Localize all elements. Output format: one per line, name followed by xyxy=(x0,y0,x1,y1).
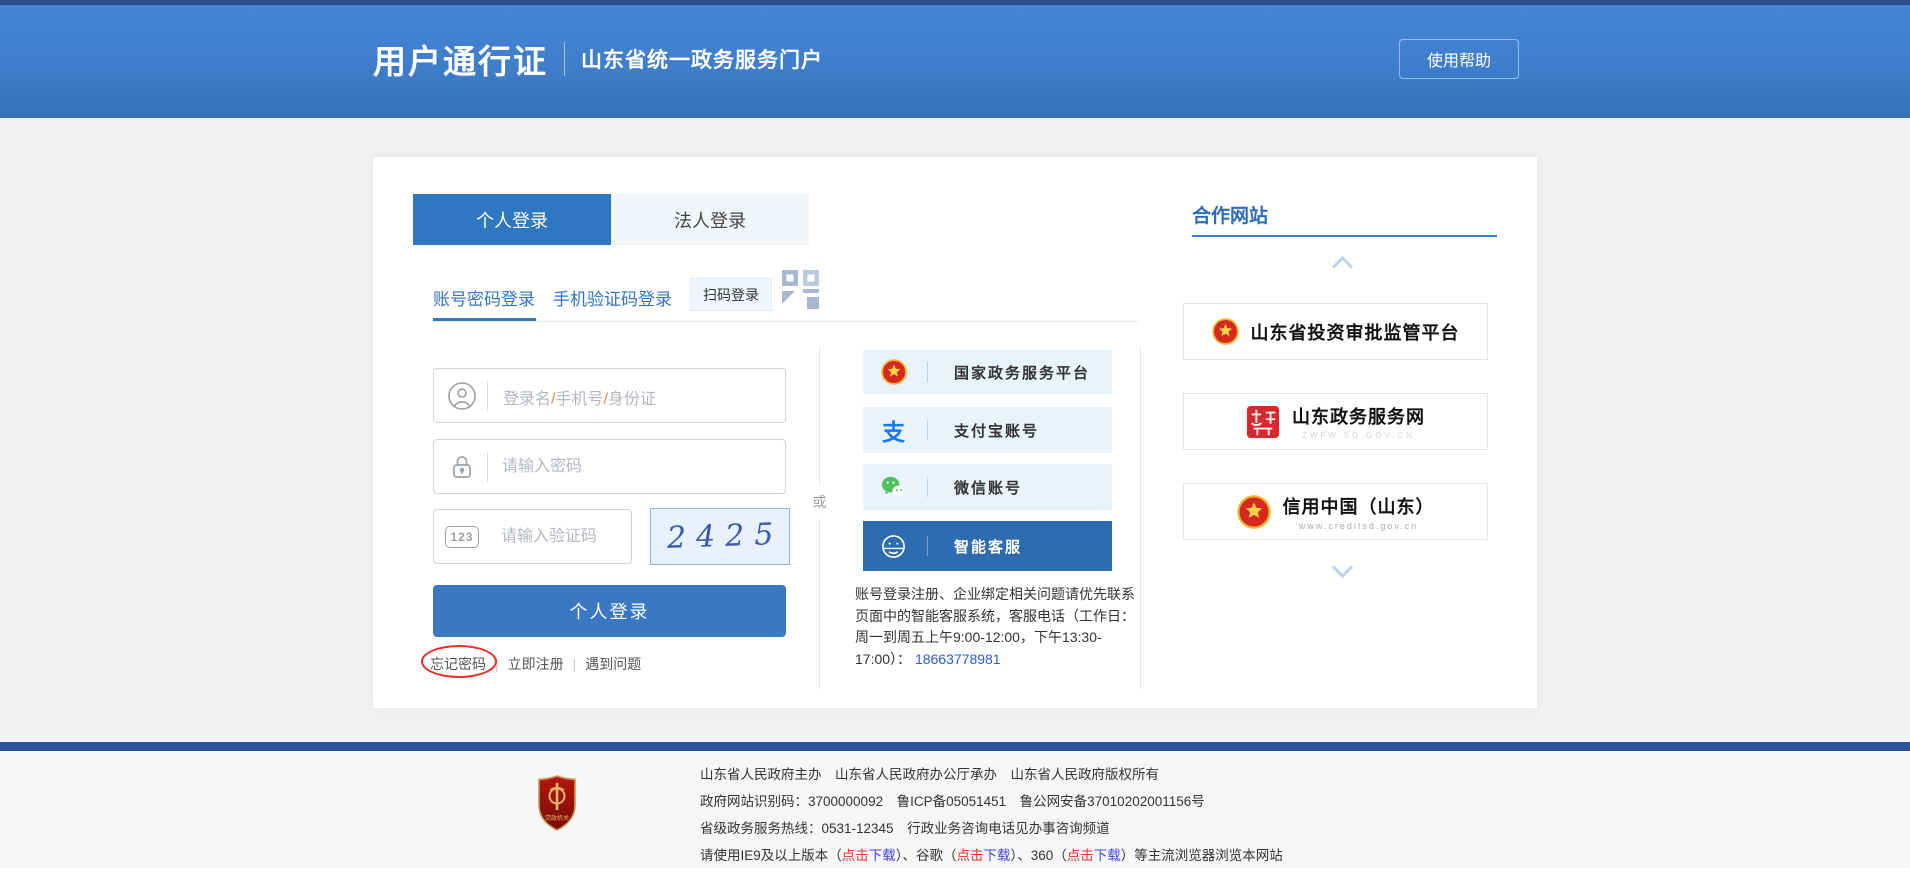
footer-line-4: 请使用IE9及以上版本（点击下载）、谷歌（点击下载）、360（点击下载）等主流浏… xyxy=(700,842,1283,869)
captcha-value: 2425 xyxy=(656,517,784,556)
smart-customer-service-button[interactable]: 智能客服 xyxy=(863,521,1112,571)
help-button[interactable]: 使用帮助 xyxy=(1399,39,1519,79)
chrome-download-link[interactable]: 下载 xyxy=(984,848,1011,863)
partners-title: 合作网站 xyxy=(1192,201,1268,228)
seal-icon xyxy=(1246,405,1280,439)
button-separator xyxy=(927,420,928,440)
button-separator xyxy=(927,477,928,497)
lock-icon xyxy=(447,452,477,482)
government-badge-icon: 党政机关 xyxy=(537,775,577,831)
partners-underline xyxy=(1192,235,1497,237)
footer-line-1: 山东省人民政府主办 山东省人民政府办公厅承办 山东省人民政府版权所有 xyxy=(700,761,1283,788)
ie-download-link[interactable]: 点击 xyxy=(842,848,869,863)
footer: 党政机关 山东省人民政府主办 山东省人民政府办公厅承办 山东省人民政府版权所有 … xyxy=(0,751,1910,868)
partner-card-zwfw[interactable]: 山东政务服务网 ZWFW.SD.GOV.CN xyxy=(1183,393,1488,450)
robot-face-icon xyxy=(880,533,907,560)
username-input[interactable] xyxy=(488,369,785,422)
footer-line-3: 省级政务服务热线：0531-12345 行政业务咨询电话见办事咨询频道 xyxy=(700,815,1283,842)
360-download-link[interactable]: 点击 xyxy=(1067,848,1094,863)
national-emblem-icon xyxy=(1237,495,1271,529)
captcha-field[interactable]: 123 xyxy=(433,509,632,564)
tab-personal-login[interactable]: 个人登录 xyxy=(413,194,611,245)
captcha-123-icon: 123 xyxy=(447,522,477,552)
360-download-link[interactable]: 下载 xyxy=(1094,848,1121,863)
footer-line-2: 政府网站识别码：3700000092 鲁ICP备05051451 鲁公网安备37… xyxy=(700,788,1283,815)
page-title: 用户通行证 xyxy=(373,35,548,83)
ie-download-link[interactable]: 下载 xyxy=(869,848,896,863)
badge-label: 党政机关 xyxy=(545,814,569,822)
forgot-password-link[interactable]: 忘记密码 xyxy=(430,654,486,674)
wechat-icon xyxy=(880,474,907,501)
national-emblem-icon xyxy=(1212,318,1239,345)
password-field[interactable] xyxy=(433,439,786,494)
brand-divider xyxy=(564,42,565,76)
national-emblem-icon xyxy=(880,359,907,386)
button-separator xyxy=(927,362,928,382)
footer-text: 山东省人民政府主办 山东省人民政府办公厅承办 山东省人民政府版权所有 政府网站识… xyxy=(700,761,1283,869)
personal-login-button[interactable]: 个人登录 xyxy=(433,585,786,637)
method-tab-password-login[interactable]: 账号密码登录 xyxy=(433,285,535,310)
footer-accent-bar xyxy=(0,742,1910,751)
customer-service-notice: 账号登录注册、企业绑定相关问题请优先联系页面中的智能客服系统，客服电话（工作日：… xyxy=(855,584,1145,670)
tab-legal-person-login[interactable]: 法人登录 xyxy=(611,194,809,245)
method-tab-sms-login[interactable]: 手机验证码登录 xyxy=(553,285,672,310)
user-icon xyxy=(447,381,477,411)
header: 用户通行证 山东省统一政务服务门户 使用帮助 xyxy=(0,0,1910,118)
login-links: 忘记密码 | 立即注册 | 遇到问题 xyxy=(430,654,641,674)
alipay-icon: 支 xyxy=(880,417,907,444)
password-input[interactable] xyxy=(488,440,785,493)
trouble-link[interactable]: 遇到问题 xyxy=(585,654,641,674)
portal-subtitle: 山东省统一政务服务门户 xyxy=(581,44,823,74)
or-label: 或 xyxy=(805,485,834,519)
method-tab-scan-login[interactable]: 扫码登录 xyxy=(690,278,772,311)
login-panel: 个人登录 法人登录 账号密码登录 手机验证码登录 扫码登录 登录名/手机号/身份… xyxy=(373,157,1537,708)
captcha-image[interactable]: 2425 xyxy=(650,508,790,565)
method-divider-line xyxy=(433,321,1138,322)
chrome-download-link[interactable]: 点击 xyxy=(957,848,984,863)
partner-card-investment-platform[interactable]: 山东省投资审批监管平台 xyxy=(1183,303,1488,360)
wechat-login-button[interactable]: 微信账号 xyxy=(863,464,1112,510)
button-separator xyxy=(927,536,928,556)
chevron-up-icon[interactable] xyxy=(1335,255,1352,272)
register-link[interactable]: 立即注册 xyxy=(508,654,564,674)
partner-card-credit-china[interactable]: 信用中国（山东） www.creditsd.gov.cn xyxy=(1183,483,1488,540)
username-field[interactable]: 登录名/手机号/身份证 xyxy=(433,368,786,423)
brand: 用户通行证 山东省统一政务服务门户 xyxy=(373,35,823,83)
national-platform-login-button[interactable]: 国家政务服务平台 xyxy=(863,350,1112,394)
alipay-login-button[interactable]: 支 支付宝账号 xyxy=(863,407,1112,453)
service-phone-link[interactable]: 18663778981 xyxy=(915,651,1001,667)
qr-code-icon[interactable] xyxy=(782,270,822,317)
chevron-down-icon[interactable] xyxy=(1335,561,1352,578)
